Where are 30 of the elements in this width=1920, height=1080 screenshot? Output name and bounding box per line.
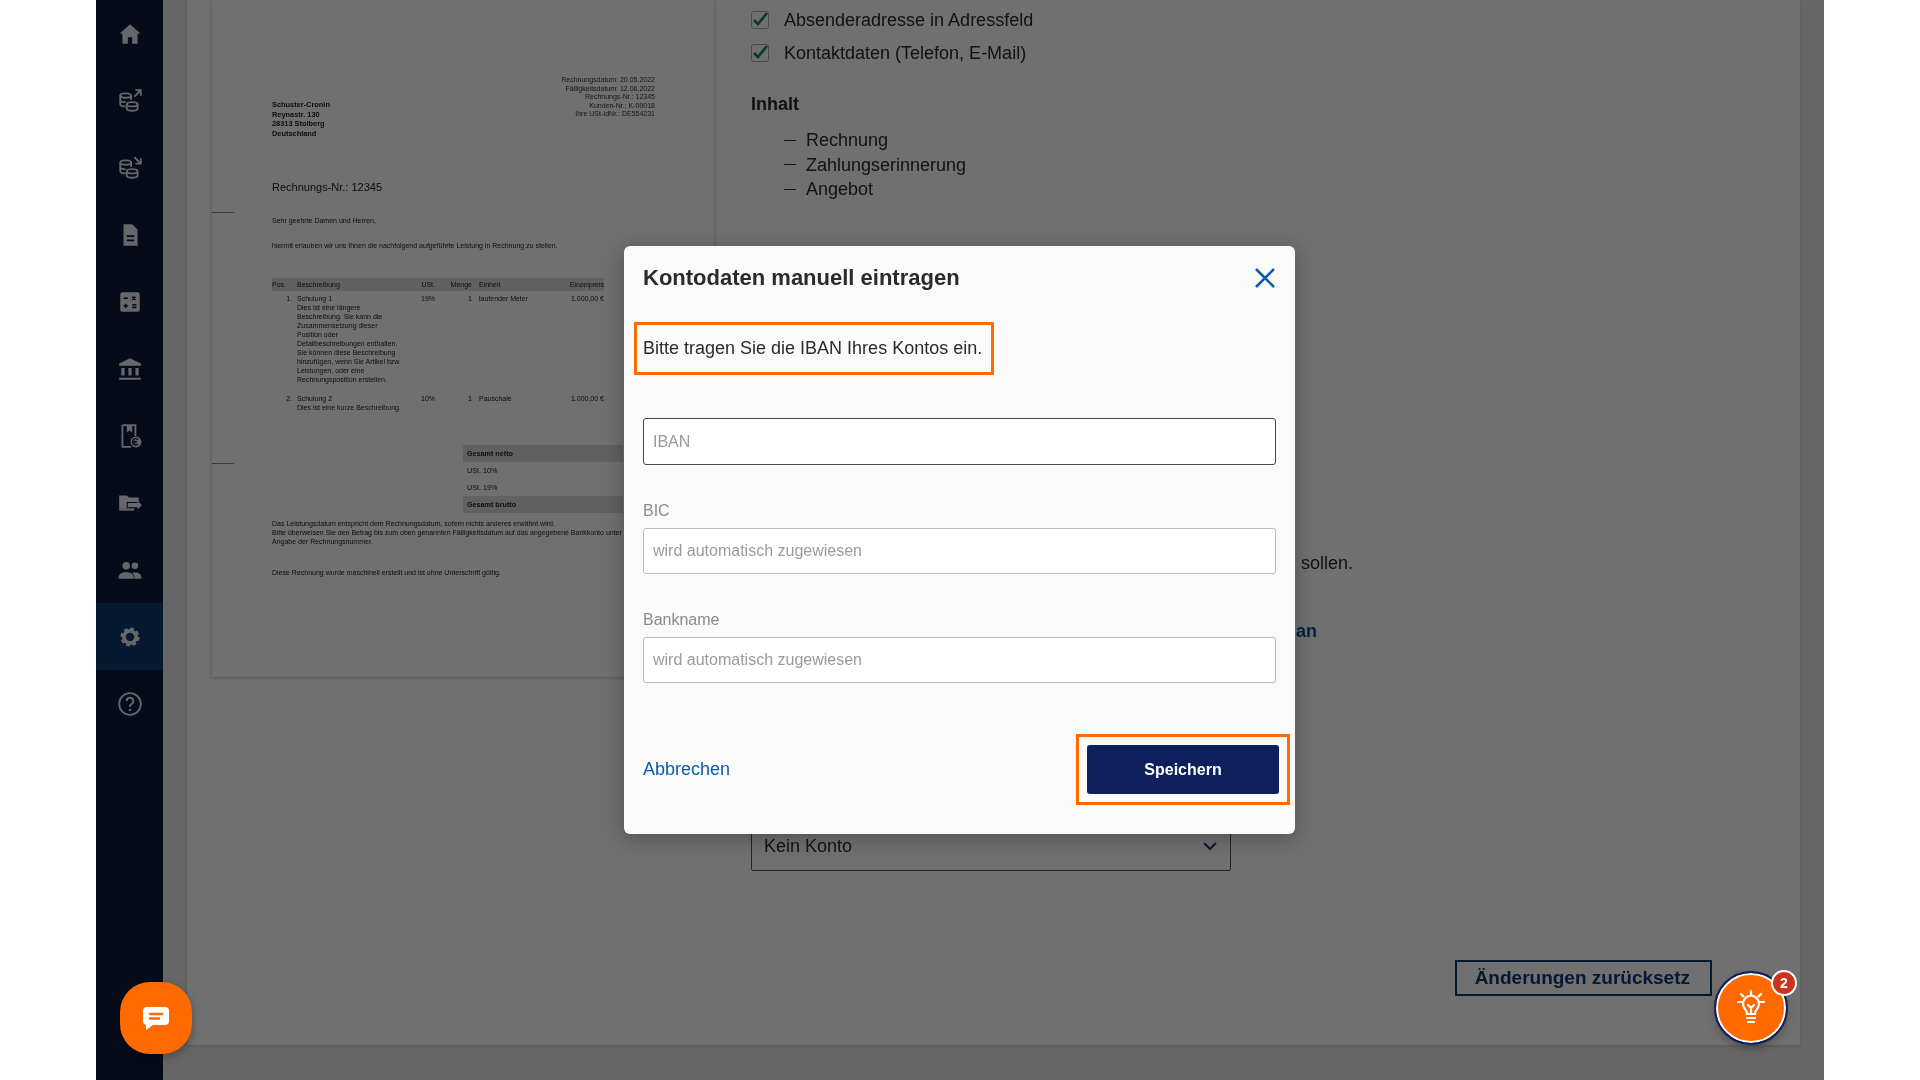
list-item-text: Rechnung	[806, 129, 889, 152]
checkbox-label: Kontaktdaten (Telefon, E-Mail)	[784, 42, 1027, 65]
text-link[interactable]: an	[1296, 617, 1317, 644]
checkbox[interactable]	[751, 11, 769, 29]
dash-icon	[784, 139, 796, 141]
dash-icon	[784, 164, 796, 166]
instruction-text: Bitte tragen Sie die IBAN Ihres Kontos ein.	[643, 338, 983, 359]
list-item-text: Angebot	[806, 178, 874, 201]
input-field[interactable]: wird automatisch zugewiesen	[643, 528, 1276, 574]
section-heading: Inhalt	[751, 93, 800, 116]
save-button[interactable]: Speichern	[1087, 745, 1279, 794]
coins-arrow-icon	[116, 154, 143, 181]
input-field[interactable]: IBAN	[643, 418, 1276, 465]
coins-arrow-icon	[116, 87, 143, 114]
checkbox[interactable]	[751, 44, 769, 62]
cancel-link[interactable]: Abbrechen	[643, 759, 731, 780]
checkbox-label: Absenderadresse in Adressfeld	[784, 9, 1034, 32]
chat-bubble-icon	[141, 1005, 171, 1031]
dash-icon	[784, 188, 796, 190]
help-icon	[116, 690, 143, 717]
input-field[interactable]: wird automatisch zugewiesen	[643, 637, 1276, 683]
paragraph-text: sollen.	[1301, 551, 1355, 575]
reset-button[interactable]: Änderungen zurücksetz	[1454, 960, 1712, 996]
list-item-text: Zahlungserinnerung	[806, 153, 967, 177]
invoice-title: Rechnungs-Nr.: 12345	[272, 180, 384, 195]
dialog-title: Kontodaten manuell eintragen	[643, 265, 960, 291]
field-label: Bankname	[643, 611, 721, 629]
sidebar-item[interactable]	[96, 603, 163, 670]
field-label: BIC	[643, 502, 671, 520]
bank-icon	[116, 355, 143, 382]
